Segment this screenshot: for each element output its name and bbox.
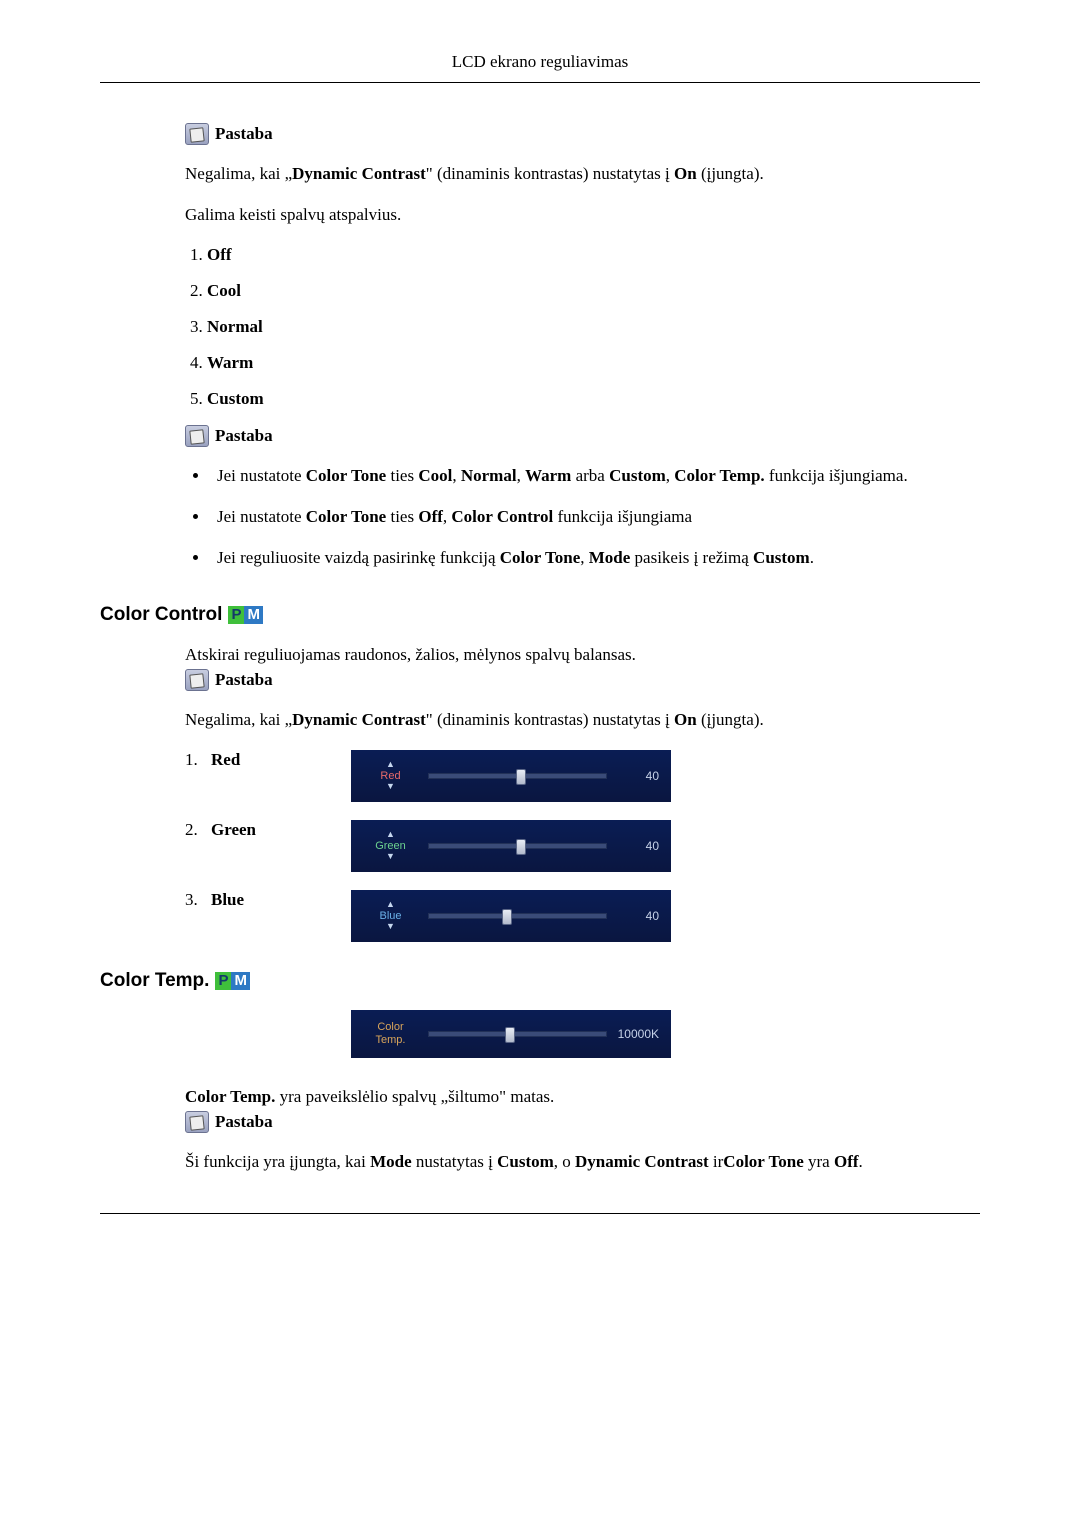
note-3: Pastaba (185, 669, 950, 691)
bullet-1: Jei nustatote Color Tone ties Cool, Norm… (210, 465, 950, 488)
option-warm: Warm (207, 353, 950, 373)
blue-slider[interactable]: ▲Blue▼ 40 (351, 890, 671, 942)
page-header: LCD ekrano reguliavimas (100, 52, 980, 83)
slider-row-blue: 3.Blue ▲Blue▼ 40 (185, 890, 950, 942)
cc-note-p: Negalima, kai „Dynamic Contrast" (dinami… (185, 709, 950, 732)
ct-desc: Color Temp. yra paveikslėlio spalvų „šil… (185, 1086, 950, 1109)
sec1-p1: Negalima, kai „Dynamic Contrast" (dinami… (185, 163, 950, 186)
green-slider[interactable]: ▲Green▼ 40 (351, 820, 671, 872)
note-icon (185, 1111, 209, 1133)
pm-icon: PM (228, 606, 263, 624)
section-color-control-title: Color Control PM (100, 604, 950, 626)
slider-row-red: 1.Red ▲Red▼ 40 (185, 750, 950, 802)
slider-thumb[interactable] (502, 909, 512, 925)
note-icon (185, 425, 209, 447)
slider-track[interactable] (428, 843, 607, 849)
slider-thumb[interactable] (516, 839, 526, 855)
note-2: Pastaba (185, 425, 950, 447)
bullet-3: Jei reguliuosite vaizdą pasirinkę funkci… (210, 547, 950, 570)
note-icon (185, 123, 209, 145)
slider-value: 40 (617, 839, 659, 853)
sec1-bullets: Jei nustatote Color Tone ties Cool, Norm… (185, 465, 950, 570)
note-label: Pastaba (215, 670, 273, 690)
note-label: Pastaba (215, 426, 273, 446)
header-title: LCD ekrano reguliavimas (452, 52, 629, 71)
slider-row-green: 2.Green ▲Green▼ 40 (185, 820, 950, 872)
list-index: 3. (185, 890, 211, 910)
sec1-p2: Galima keisti spalvų atspalvius. (185, 204, 950, 227)
slider-value: 10000K (617, 1027, 659, 1041)
note-4: Pastaba (185, 1111, 950, 1133)
slider-track[interactable] (428, 1031, 607, 1037)
option-normal: Normal (207, 317, 950, 337)
option-off: Off (207, 245, 950, 265)
cc-desc: Atskirai reguliuojamas raudonos, žalios,… (185, 644, 950, 667)
slider-label: ▲Blue▼ (363, 900, 418, 932)
color-name: Green (211, 820, 351, 840)
section-color-temp-title: Color Temp. PM (100, 970, 950, 992)
color-temp-slider[interactable]: Color Temp. 10000K (351, 1010, 671, 1058)
note-label: Pastaba (215, 124, 273, 144)
red-slider[interactable]: ▲Red▼ 40 (351, 750, 671, 802)
slider-value: 40 (617, 769, 659, 783)
slider-track[interactable] (428, 773, 607, 779)
slider-label-ct: Color Temp. (363, 1021, 418, 1045)
note-label: Pastaba (215, 1112, 273, 1132)
slider-thumb[interactable] (505, 1027, 515, 1043)
slider-label: ▲Red▼ (363, 760, 418, 792)
slider-thumb[interactable] (516, 769, 526, 785)
ct-note-p: Ši funkcija yra įjungta, kai Mode nustat… (185, 1151, 950, 1174)
option-custom: Custom (207, 389, 950, 409)
color-name: Blue (211, 890, 351, 910)
footer-rule (100, 1213, 980, 1214)
list-index: 2. (185, 820, 211, 840)
note-1: Pastaba (185, 123, 950, 145)
bullet-2: Jei nustatote Color Tone ties Off, Color… (210, 506, 950, 529)
pm-icon: PM (215, 972, 250, 990)
color-name: Red (211, 750, 351, 770)
slider-value: 40 (617, 909, 659, 923)
slider-label: ▲Green▼ (363, 830, 418, 862)
list-index: 1. (185, 750, 211, 770)
option-cool: Cool (207, 281, 950, 301)
slider-track[interactable] (428, 913, 607, 919)
options-list: Off Cool Normal Warm Custom (185, 245, 950, 409)
note-icon (185, 669, 209, 691)
